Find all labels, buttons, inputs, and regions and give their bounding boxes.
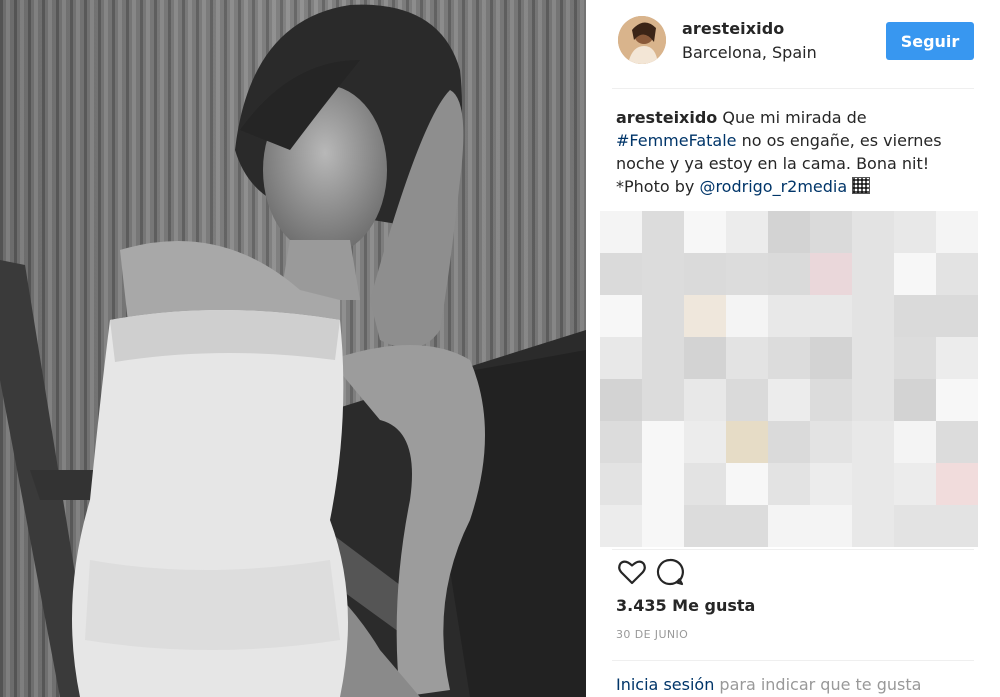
mosaic-cell: [852, 463, 894, 505]
mosaic-cell: [768, 505, 810, 547]
mosaic-cell: [936, 421, 978, 463]
mosaic-cell: [768, 379, 810, 421]
mosaic-cell: [726, 295, 768, 337]
post-photo[interactable]: [0, 0, 586, 697]
mosaic-cell: [894, 463, 936, 505]
mosaic-cell: [600, 337, 642, 379]
mosaic-cell: [642, 253, 684, 295]
mosaic-cell: [600, 379, 642, 421]
mosaic-cell: [684, 337, 726, 379]
mosaic-cell: [894, 337, 936, 379]
mosaic-cell: [684, 505, 726, 547]
mosaic-cell: [810, 337, 852, 379]
mosaic-cell: [684, 421, 726, 463]
mosaic-cell: [894, 253, 936, 295]
mosaic-cell: [684, 463, 726, 505]
post-photo-image: [0, 0, 586, 697]
caption-username[interactable]: aresteixido: [616, 108, 717, 127]
mosaic-cell: [600, 253, 642, 295]
mosaic-cell: [810, 211, 852, 253]
mosaic-cell: [726, 421, 768, 463]
mosaic-cell: [810, 253, 852, 295]
mosaic-cell: [684, 211, 726, 253]
mosaic-cell: [684, 295, 726, 337]
avatar[interactable]: [618, 16, 666, 64]
mosaic-cell: [852, 379, 894, 421]
header-divider: [612, 88, 974, 89]
mosaic-cell: [894, 211, 936, 253]
comment-bubble-icon[interactable]: [654, 556, 686, 588]
mosaic-cell: [894, 379, 936, 421]
mosaic-cell: [768, 211, 810, 253]
post-location[interactable]: Barcelona, Spain: [682, 43, 817, 62]
mosaic-cell: [642, 295, 684, 337]
likes-count[interactable]: 3.435 Me gusta: [616, 596, 755, 615]
mosaic-cell: [852, 337, 894, 379]
post-username[interactable]: aresteixido: [682, 19, 784, 38]
mention-link[interactable]: @rodrigo_r2media: [699, 177, 847, 196]
mosaic-cell: [642, 505, 684, 547]
mosaic-cell: [726, 211, 768, 253]
mosaic-cell: [600, 211, 642, 253]
caption-text-1: Que mi mirada de: [717, 108, 867, 127]
mosaic-cell: [936, 295, 978, 337]
mosaic-cell: [768, 421, 810, 463]
mosaic-cell: [810, 379, 852, 421]
mosaic-cell: [852, 421, 894, 463]
mosaic-cell: [684, 379, 726, 421]
post-caption: aresteixido Que mi mirada de #FemmeFatal…: [616, 106, 976, 198]
mosaic-cell: [642, 463, 684, 505]
mosaic-cell: [894, 295, 936, 337]
mosaic-cell: [894, 421, 936, 463]
mosaic-cell: [936, 463, 978, 505]
mosaic-cell: [726, 505, 768, 547]
follow-button[interactable]: Seguir: [886, 22, 974, 60]
mosaic-cell: [768, 295, 810, 337]
mosaic-cell: [642, 421, 684, 463]
mosaic-cell: [852, 505, 894, 547]
hashtag-link[interactable]: #FemmeFatale: [616, 131, 737, 150]
mosaic-cell: [726, 253, 768, 295]
mosaic-cell: [642, 211, 684, 253]
mosaic-cell: [726, 463, 768, 505]
mosaic-cell: [936, 211, 978, 253]
mosaic-cell: [600, 421, 642, 463]
mosaic-cell: [810, 463, 852, 505]
missing-glyph-icon: [852, 177, 871, 194]
mosaic-cell: [852, 295, 894, 337]
mosaic-cell: [642, 337, 684, 379]
mosaic-cell: [936, 253, 978, 295]
mosaic-cell: [936, 505, 978, 547]
actions-divider: [612, 549, 974, 550]
mosaic-cell: [936, 379, 978, 421]
mosaic-cell: [642, 379, 684, 421]
mosaic-cell: [936, 337, 978, 379]
mosaic-cell: [852, 253, 894, 295]
mosaic-cell: [600, 463, 642, 505]
login-link[interactable]: Inicia sesión: [616, 675, 714, 694]
login-prompt-text: para indicar que te gusta: [714, 675, 922, 694]
mosaic-cell: [684, 253, 726, 295]
mosaic-cell: [768, 463, 810, 505]
mosaic-cell: [600, 295, 642, 337]
heart-icon[interactable]: [616, 556, 648, 588]
login-prompt: Inicia sesión para indicar que te gusta: [616, 675, 921, 694]
mosaic-cell: [768, 253, 810, 295]
mosaic-cell: [810, 505, 852, 547]
post-date: 30 DE JUNIO: [616, 628, 689, 641]
mosaic-cell: [768, 337, 810, 379]
mosaic-cell: [810, 295, 852, 337]
mosaic-cell: [726, 379, 768, 421]
mosaic-cell: [600, 505, 642, 547]
mosaic-cell: [726, 337, 768, 379]
mosaic-cell: [810, 421, 852, 463]
post-header: aresteixido Barcelona, Spain Seguir: [586, 0, 1000, 88]
mosaic-cell: [852, 211, 894, 253]
comments-blurred-area: [586, 211, 1000, 547]
post-side-panel: aresteixido Barcelona, Spain Seguir ares…: [586, 0, 1000, 697]
footer-divider: [612, 660, 974, 661]
mosaic-cell: [894, 505, 936, 547]
